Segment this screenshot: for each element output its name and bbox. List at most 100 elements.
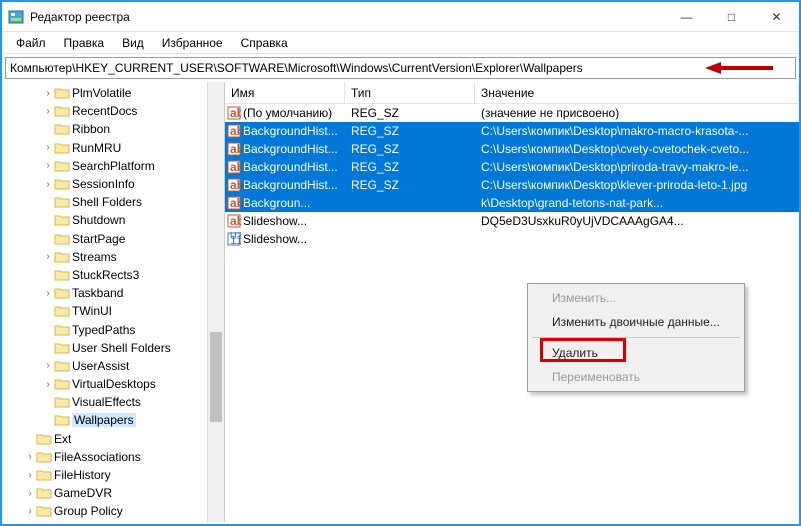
value-data: (значение не присвоено) (475, 106, 799, 120)
tree-item[interactable]: VisualEffects (6, 393, 224, 411)
value-name: (По умолчанию) (243, 106, 345, 120)
tree-item[interactable]: ›PlmVolatile (6, 84, 224, 102)
tree-item-label: Wallpapers (72, 413, 136, 427)
tree-item[interactable]: ›FileAssociations (6, 448, 224, 466)
address-path[interactable]: Компьютер\HKEY_CURRENT_USER\SOFTWARE\Mic… (10, 61, 791, 75)
expand-icon[interactable]: › (42, 142, 54, 153)
scrollbar-thumb[interactable] (210, 332, 222, 422)
list-row[interactable]: 011110Slideshow... (225, 230, 799, 248)
expand-icon[interactable]: › (42, 106, 54, 117)
menu-file[interactable]: Файл (8, 34, 54, 52)
column-type[interactable]: Тип (345, 82, 475, 103)
expand-icon[interactable]: › (42, 160, 54, 171)
tree-item[interactable]: Wallpapers (6, 411, 224, 429)
value-type: REG_SZ (345, 142, 475, 156)
value-name: BackgroundHist... (243, 178, 345, 192)
folder-icon (36, 486, 52, 500)
expand-icon[interactable]: › (24, 451, 36, 462)
list-pane[interactable]: Имя Тип Значение ab(По умолчанию)REG_SZ(… (225, 82, 799, 522)
list-row[interactable]: abBackgroundHist...REG_SZC:\Users\компик… (225, 140, 799, 158)
tree-item[interactable]: ›RunMRU (6, 139, 224, 157)
menu-favorites[interactable]: Избранное (154, 34, 231, 52)
tree-scrollbar[interactable] (207, 82, 224, 522)
tree-pane[interactable]: ›PlmVolatile›RecentDocs Ribbon›RunMRU›Se… (2, 82, 225, 522)
list-header: Имя Тип Значение (225, 82, 799, 104)
menu-help[interactable]: Справка (233, 34, 296, 52)
tree-item[interactable]: User Shell Folders (6, 339, 224, 357)
ctx-rename[interactable]: Переименовать (530, 365, 742, 389)
tree-item[interactable]: ›RecentDocs (6, 102, 224, 120)
minimize-button[interactable]: — (664, 2, 709, 31)
tree-item[interactable]: StartPage (6, 230, 224, 248)
menu-edit[interactable]: Правка (56, 34, 113, 52)
reg-value-icon: ab (225, 178, 243, 192)
maximize-button[interactable]: □ (709, 2, 754, 31)
annotation-highlight (540, 338, 626, 362)
list-row[interactable]: abBackgroundHist...REG_SZC:\Users\компик… (225, 176, 799, 194)
value-type: REG_SZ (345, 106, 475, 120)
folder-icon (36, 432, 52, 446)
folder-icon (54, 232, 70, 246)
expand-icon[interactable]: › (42, 288, 54, 299)
tree-item[interactable]: › Streams (6, 248, 224, 266)
tree-item[interactable]: Ribbon (6, 120, 224, 138)
svg-text:ab: ab (230, 178, 241, 192)
list-row[interactable]: abBackgroun...k\Desktop\grand-tetons-nat… (225, 194, 799, 212)
expand-icon[interactable]: › (24, 506, 36, 517)
expand-icon[interactable]: › (42, 360, 54, 371)
tree-item[interactable]: ›FileHistory (6, 466, 224, 484)
tree-item[interactable]: Shell Folders (6, 193, 224, 211)
list-row[interactable]: abBackgroundHist...REG_SZC:\Users\компик… (225, 122, 799, 140)
value-name: BackgroundHist... (243, 124, 345, 138)
close-button[interactable]: ✕ (754, 2, 799, 31)
value-type: REG_SZ (345, 124, 475, 138)
tree-item[interactable]: ›Taskband (6, 284, 224, 302)
list-row[interactable]: abBackgroundHist...REG_SZC:\Users\компик… (225, 158, 799, 176)
address-bar[interactable]: Компьютер\HKEY_CURRENT_USER\SOFTWARE\Mic… (5, 57, 796, 79)
svg-text:ab: ab (230, 106, 241, 120)
tree-item[interactable]: StuckRects3 (6, 266, 224, 284)
value-name: Slideshow... (243, 214, 345, 228)
list-row[interactable]: ab(По умолчанию)REG_SZ(значение не присв… (225, 104, 799, 122)
tree-item[interactable]: TWinUI (6, 302, 224, 320)
column-value[interactable]: Значение (475, 82, 799, 103)
tree-item[interactable]: › SearchPlatform (6, 157, 224, 175)
tree-item-label: SessionInfo (72, 177, 135, 191)
folder-icon (54, 122, 70, 136)
folder-icon (36, 450, 52, 464)
tree-item-label: TWinUI (72, 304, 112, 318)
tree-item[interactable]: Shutdown (6, 211, 224, 229)
ctx-edit-binary[interactable]: Изменить двоичные данные... (530, 310, 742, 334)
tree-item-label: Shutdown (72, 213, 125, 227)
expand-icon[interactable]: › (42, 88, 54, 99)
value-data: k\Desktop\grand-tetons-nat-park... (475, 196, 799, 210)
expand-icon[interactable]: › (24, 488, 36, 499)
tree-item[interactable]: ›UserAssist (6, 357, 224, 375)
folder-icon (54, 395, 70, 409)
ctx-edit[interactable]: Изменить... (530, 286, 742, 310)
expand-icon[interactable]: › (42, 179, 54, 190)
value-type: REG_SZ (345, 178, 475, 192)
tree-item[interactable]: ›GameDVR (6, 484, 224, 502)
value-data: C:\Users\компик\Desktop\klever-priroda-l… (475, 178, 799, 192)
tree-item[interactable]: ›Group Policy (6, 502, 224, 520)
menu-view[interactable]: Вид (114, 34, 152, 52)
tree-item-label: VirtualDesktops (72, 377, 156, 391)
column-name[interactable]: Имя (225, 82, 345, 103)
reg-value-icon: ab (225, 106, 243, 120)
expand-icon[interactable]: › (42, 251, 54, 262)
folder-icon (36, 468, 52, 482)
tree-item[interactable]: › VirtualDesktops (6, 375, 224, 393)
list-row[interactable]: abSlideshow...DQ5eD3UsxkuR0yUjVDCAAAgGA4… (225, 212, 799, 230)
svg-text:ab: ab (230, 142, 241, 156)
folder-icon (54, 323, 70, 337)
expand-icon[interactable]: › (42, 379, 54, 390)
tree-item[interactable]: TypedPaths (6, 320, 224, 338)
tree-item-label: Streams (72, 250, 117, 264)
folder-icon (54, 268, 70, 282)
tree-item[interactable]: › SessionInfo (6, 175, 224, 193)
folder-icon (54, 377, 70, 391)
tree-item-label: SearchPlatform (72, 159, 155, 173)
expand-icon[interactable]: › (24, 470, 36, 481)
tree-item[interactable]: Ext (6, 430, 224, 448)
